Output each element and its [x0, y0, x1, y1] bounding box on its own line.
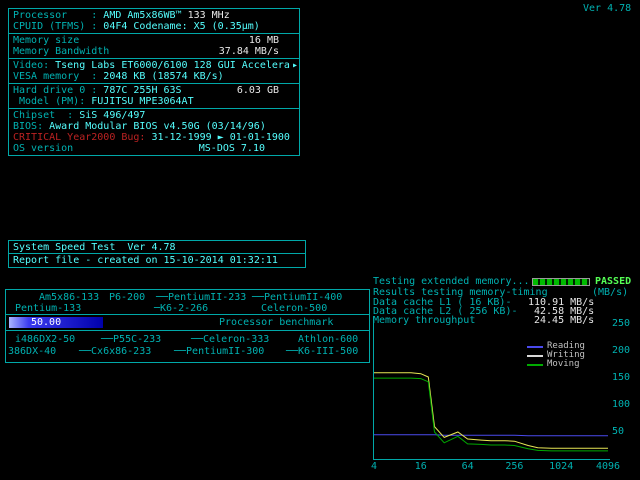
- benchmark-score-bar: 50.00: [9, 317, 103, 328]
- memory-timing-chart: [374, 372, 608, 452]
- video-section: Video: Tseng Labs ET6000/6100 128 GUI Acc…: [9, 59, 299, 84]
- y2k-dates: 31-12-1999 ► 01-01-1900: [151, 132, 290, 143]
- cpu-label-pentium-133: Pentium-133: [15, 303, 82, 314]
- cpu-label-am5x86-133: Am5x86-133: [39, 292, 100, 303]
- report-file-info: Report file - created on 15-10-2014 01:3…: [13, 255, 278, 266]
- cpu-label-celeron-333: ──Celeron-333: [191, 334, 270, 345]
- cpuid-value: 04F4 Codename: X5 (0.35μm): [103, 21, 260, 32]
- x-tick-label: 1024: [549, 461, 574, 472]
- cpu-label-i486dx2-50: i486DX2-50: [15, 334, 76, 345]
- y-tick-label: 100: [612, 399, 631, 411]
- legend-swatch-reading: [527, 345, 543, 348]
- benchmark-divider-top: [6, 314, 369, 315]
- cpu-label-athlon-600: Athlon-600: [298, 334, 359, 345]
- hdd-label: Hard drive 0 :: [13, 85, 98, 96]
- memory-bandwidth-value: 37.84 MB/s: [218, 46, 279, 57]
- memtest-status-result: PASSED: [595, 276, 632, 287]
- y-tick-label: 250: [612, 318, 631, 330]
- bios-value: Award Modular BIOS v4.50G (03/14/96): [49, 121, 266, 132]
- cpu-label-p6-200: P6-200: [109, 292, 146, 303]
- x-tick-label: 64: [461, 461, 474, 472]
- y-tick-label: 50: [612, 426, 625, 438]
- x-tick-label: 4096: [595, 461, 621, 472]
- system-info-panel: Processor : AMD Am5x86WB™ 133 MHz CPUID (T…: [8, 8, 300, 156]
- benchmark-divider-bottom: [6, 330, 369, 331]
- hdd-geometry: 787C 255H 63S: [103, 85, 182, 96]
- memory-size-label: Memory size: [13, 35, 80, 46]
- cpu-label-pentiumii-300: ──PentiumII-300: [174, 346, 265, 357]
- legend-label-moving: Moving: [547, 359, 580, 369]
- memory-bandwidth-row: Memory Bandwidth 37.84 MB/s: [9, 46, 299, 57]
- chipset-value: SiS 496/497: [79, 110, 146, 121]
- benchmark-score: 50.00: [31, 317, 62, 328]
- y2k-warning-label: CRITICAL Year2000 Bug:: [13, 132, 146, 143]
- memory-bandwidth-label: Memory Bandwidth: [13, 46, 110, 57]
- video-row: Video: Tseng Labs ET6000/6100 128 GUI Acc…: [9, 60, 299, 71]
- memory-section: Memory size 16 MB Memory Bandwidth 37.84 M…: [9, 34, 299, 59]
- chart-unit-label: (MB/s): [592, 287, 629, 298]
- harddrive-section: Hard drive 0 : 787C 255H 63S 6.03 GB Mode…: [9, 84, 299, 109]
- vesa-value: 2048 KB (18574 KB/s): [103, 71, 224, 82]
- benchmark-title: Processor benchmark: [219, 317, 334, 328]
- os-row: OS version MS-DOS 7.10: [9, 143, 299, 154]
- y-tick-label: 200: [612, 345, 631, 357]
- y2k-bug-row: CRITICAL Year2000 Bug: 31-12-1999 ► 01-01…: [9, 132, 299, 143]
- cpu-section: Processor : AMD Am5x86WB™ 133 MHz CPUID (T…: [9, 9, 299, 34]
- processor-row: Processor : AMD Am5x86WB™ 133 MHz: [9, 10, 299, 21]
- legend-swatch-moving: [527, 363, 543, 366]
- bios-label: BIOS:: [13, 121, 44, 132]
- chart-line-reading: [374, 434, 608, 437]
- system-speed-test-screen: { "version_label": "Ver 4.78", "info": {…: [0, 0, 640, 480]
- video-label: Video:: [13, 60, 50, 71]
- cpu-label-p55c-233: ──P55C-233: [101, 334, 162, 345]
- hdd-size: 6.03 GB: [236, 85, 279, 96]
- speedtest-title-box: System Speed Test Ver 4.78 Report file -…: [8, 240, 306, 268]
- benchmark-panel: Am5x86-133 P6-200 ──PentiumII-233 ──Pent…: [5, 289, 370, 363]
- chart-line-writing: [374, 372, 608, 449]
- memory-size-row: Memory size 16 MB: [9, 35, 299, 46]
- video-value: Tseng Labs ET6000/6100 128 GUI Accelera: [55, 60, 290, 71]
- cpu-label-386dx-40: 386DX-40: [8, 346, 57, 357]
- memtest-progress-bar: [532, 278, 590, 286]
- processor-speed: 133 MHz: [187, 10, 230, 21]
- memory-size-value: 16 MB: [248, 35, 279, 46]
- chart-legend: Reading Writing Moving: [527, 342, 585, 369]
- x-tick-label: 16: [414, 461, 427, 472]
- chipset-bios-section: Chipset : SiS 496/497 BIOS: Award Modular …: [9, 109, 299, 155]
- hdd-row: Hard drive 0 : 787C 255H 63S 6.03 GB: [9, 85, 299, 96]
- y-tick-label: 150: [612, 372, 631, 384]
- cpu-label-k6-iii-500: ──K6-III-500: [286, 346, 359, 357]
- app-title: System Speed Test Ver 4.78: [9, 241, 305, 254]
- processor-value: AMD Am5x86WB™: [103, 10, 182, 21]
- version-label: Ver 4.78: [583, 3, 632, 14]
- legend-swatch-writing: [527, 354, 543, 357]
- os-label: OS version: [13, 143, 74, 154]
- hdd-model-label: Model (PM):: [19, 96, 86, 107]
- hdd-model-value: FUJITSU MPE3064AT: [91, 96, 194, 107]
- chipset-label: Chipset :: [13, 110, 74, 121]
- cpu-label-k6-2-266: ─K6-2-266: [154, 303, 209, 314]
- os-value: MS-DOS 7.10: [198, 143, 265, 154]
- chart-x-axis: [373, 459, 610, 460]
- cpu-label-pentiumii-400: ──PentiumII-400: [252, 292, 343, 303]
- processor-label: Processor :: [13, 10, 98, 21]
- legend-item-moving: Moving: [527, 360, 585, 369]
- cpuid-label: CPUID (TFMS) :: [13, 21, 98, 32]
- chipset-row: Chipset : SiS 496/497: [9, 110, 299, 121]
- cpu-label-pentiumii-233: ──PentiumII-233: [156, 292, 247, 303]
- hdd-model-row: Model (PM): FUJITSU MPE3064AT: [9, 96, 299, 107]
- text-overflow-arrow-icon: ▸: [291, 60, 298, 71]
- vesa-row: VESA memory : 2048 KB (18574 KB/s): [9, 71, 299, 82]
- chart-line-moving: [374, 377, 608, 452]
- bios-row: BIOS: Award Modular BIOS v4.50G (03/14/96…: [9, 121, 299, 132]
- cpuid-row: CPUID (TFMS) : 04F4 Codename: X5 (0.35μm): [9, 21, 299, 32]
- cpu-label-cx6x86-233: ──Cx6x86-233: [79, 346, 152, 357]
- memtest-status-label: Testing extended memory...: [373, 276, 530, 287]
- vesa-label: VESA memory :: [13, 71, 98, 82]
- x-tick-label: 256: [505, 461, 524, 472]
- cpu-label-celeron-500: Celeron-500: [261, 303, 328, 314]
- x-tick-label: 4: [370, 461, 378, 472]
